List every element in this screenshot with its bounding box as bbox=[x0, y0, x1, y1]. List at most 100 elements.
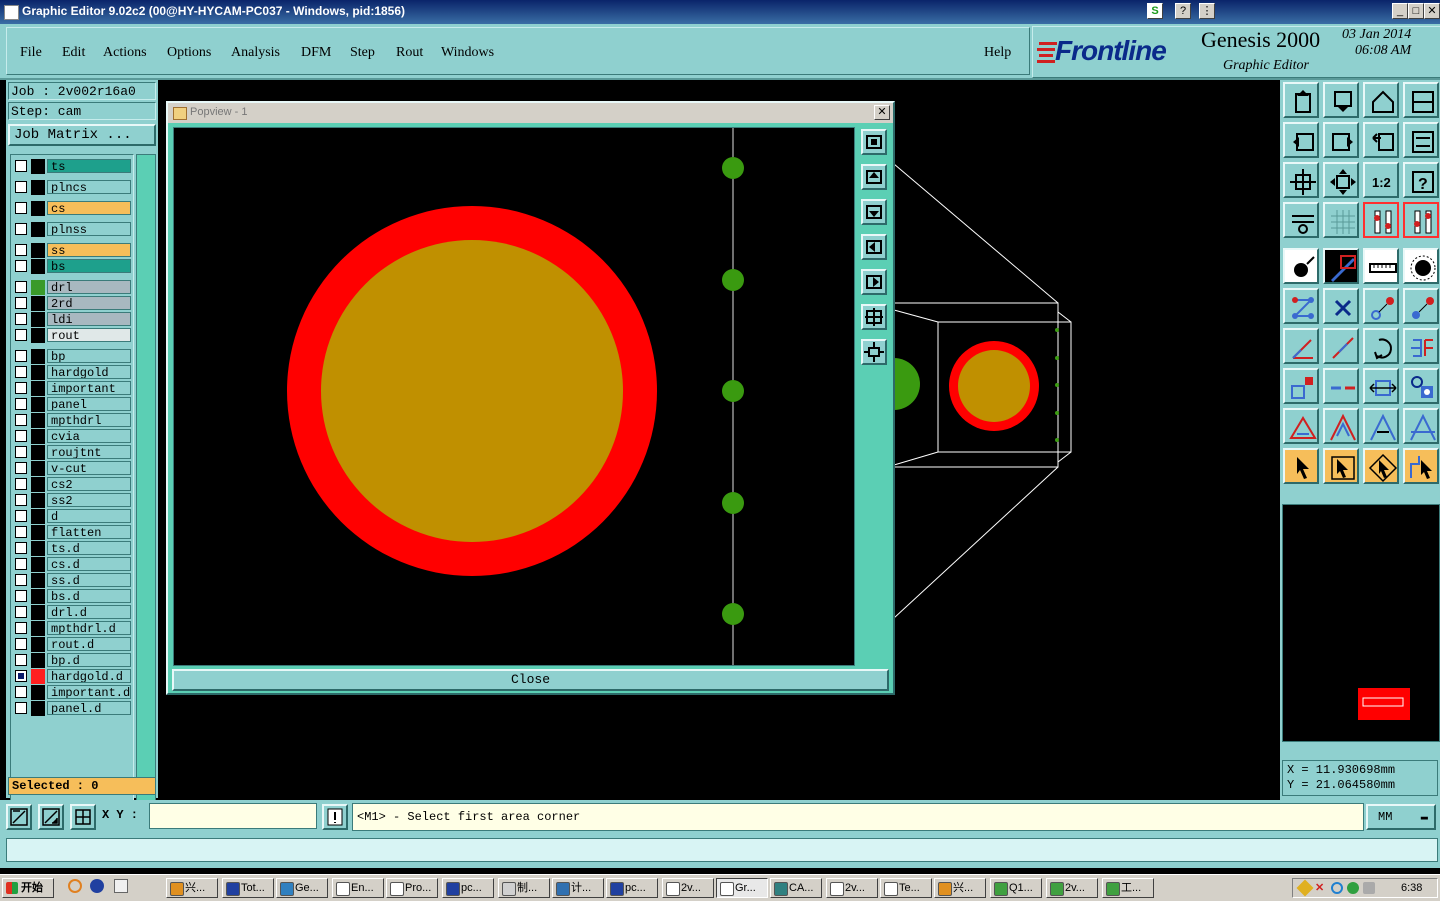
layer-checkbox[interactable] bbox=[15, 202, 27, 214]
tray-network-icon[interactable]: ✕ bbox=[1315, 879, 1324, 897]
layer-name[interactable]: ss.d bbox=[47, 573, 131, 587]
layer-name[interactable]: drl.d bbox=[47, 605, 131, 619]
units-selector[interactable]: MM ▬ bbox=[1366, 804, 1436, 830]
layer-checkbox[interactable] bbox=[15, 244, 27, 256]
layer-name[interactable]: bp.d bbox=[47, 653, 131, 667]
layer-row[interactable]: ldi bbox=[11, 312, 133, 327]
clock-icon[interactable] bbox=[68, 879, 82, 893]
scroll-icon[interactable]: ⋮ bbox=[1199, 3, 1215, 19]
taskbar-item[interactable]: 兴... bbox=[934, 878, 986, 898]
layer-row[interactable]: rout bbox=[11, 328, 133, 343]
select-box-icon[interactable] bbox=[1323, 448, 1359, 484]
layer-color-swatch[interactable] bbox=[31, 525, 45, 540]
popview-close-icon[interactable]: ✕ bbox=[874, 105, 890, 120]
layer-color-swatch[interactable] bbox=[31, 493, 45, 508]
pan-right-icon[interactable] bbox=[861, 269, 887, 295]
layer-row[interactable]: 2rd bbox=[11, 296, 133, 311]
layer-row[interactable]: hardgold.d bbox=[11, 669, 133, 684]
taskbar-item[interactable]: 兴... bbox=[166, 878, 218, 898]
snap-icon[interactable] bbox=[6, 804, 32, 830]
window-title-bar[interactable]: Graphic Editor 9.02c2 (00@HY-HYCAM-PC037… bbox=[0, 0, 1440, 24]
layer-color-swatch[interactable] bbox=[31, 201, 45, 216]
layer-row[interactable]: mpthdrl bbox=[11, 413, 133, 428]
layer-name[interactable]: panel.d bbox=[47, 701, 131, 715]
layer-checkbox[interactable] bbox=[15, 574, 27, 586]
layer-row[interactable]: ss2 bbox=[11, 493, 133, 508]
layer-name[interactable]: cs2 bbox=[47, 477, 131, 491]
scale-1-2-icon[interactable]: 1:2 bbox=[1363, 162, 1399, 198]
layer-row[interactable]: important.d bbox=[11, 685, 133, 700]
zoom-in-icon[interactable] bbox=[861, 304, 887, 330]
layer-row[interactable]: ss bbox=[11, 243, 133, 258]
popview-canvas[interactable] bbox=[173, 127, 855, 666]
layer-name[interactable]: important.d bbox=[47, 685, 131, 699]
menu-windows[interactable]: Windows bbox=[441, 45, 494, 61]
layer-name[interactable]: cvia bbox=[47, 429, 131, 443]
help-icon[interactable]: ? bbox=[1175, 3, 1191, 19]
taskbar-item[interactable]: CA... bbox=[770, 878, 822, 898]
layer-row[interactable]: plncs bbox=[11, 180, 133, 195]
layer-color-swatch[interactable] bbox=[31, 637, 45, 652]
layer-color-swatch[interactable] bbox=[31, 397, 45, 412]
layer-row[interactable]: drl.d bbox=[11, 605, 133, 620]
desktop-icon[interactable] bbox=[114, 879, 128, 893]
add-pad-icon[interactable] bbox=[1283, 248, 1319, 284]
layer-checkbox[interactable] bbox=[15, 590, 27, 602]
layer-checkbox[interactable] bbox=[15, 260, 27, 272]
query-icon[interactable]: ? bbox=[1403, 162, 1439, 198]
layer-name[interactable]: bp bbox=[47, 349, 131, 363]
layer-name[interactable]: ts.d bbox=[47, 541, 131, 555]
resize-icon[interactable] bbox=[1283, 368, 1319, 404]
layer-checkbox[interactable] bbox=[15, 494, 27, 506]
layer-color-swatch[interactable] bbox=[31, 381, 45, 396]
add-round-icon[interactable] bbox=[1403, 248, 1439, 284]
layer-name[interactable]: ss2 bbox=[47, 493, 131, 507]
menu-actions[interactable]: Actions bbox=[103, 45, 147, 61]
taskbar-item[interactable]: Pro... bbox=[386, 878, 438, 898]
taskbar-item[interactable]: 2v... bbox=[1046, 878, 1098, 898]
layer-name[interactable]: rout bbox=[47, 328, 131, 342]
layer-name[interactable]: cs bbox=[47, 201, 131, 215]
layer-row[interactable]: d bbox=[11, 509, 133, 524]
taskbar-item[interactable]: En... bbox=[332, 878, 384, 898]
taskbar-item[interactable]: Q1... bbox=[990, 878, 1042, 898]
maximize-button[interactable]: □ bbox=[1408, 3, 1424, 19]
layer-color-swatch[interactable] bbox=[31, 365, 45, 380]
layer-color-swatch[interactable] bbox=[31, 243, 45, 258]
zoom-house-icon[interactable] bbox=[1363, 82, 1399, 118]
layer-name[interactable]: ss bbox=[47, 243, 131, 257]
layer-row[interactable]: cs bbox=[11, 201, 133, 216]
stretch-icon[interactable] bbox=[1363, 368, 1399, 404]
layer-name[interactable]: panel bbox=[47, 397, 131, 411]
minimize-button[interactable]: _ bbox=[1392, 3, 1408, 19]
mirror-icon[interactable] bbox=[1403, 328, 1439, 364]
layer-name[interactable]: mpthdrl.d bbox=[47, 621, 131, 635]
pan-left-icon[interactable] bbox=[1283, 122, 1319, 158]
tray-sync-icon[interactable] bbox=[1331, 882, 1343, 894]
zoom-bottom-icon[interactable] bbox=[1323, 82, 1359, 118]
layer-name[interactable]: hardgold.d bbox=[47, 669, 131, 683]
layer-checkbox[interactable] bbox=[15, 414, 27, 426]
taskbar-item[interactable]: Gr... bbox=[716, 878, 768, 898]
taskbar-item[interactable]: 2v... bbox=[662, 878, 714, 898]
layer-checkbox[interactable] bbox=[15, 160, 27, 172]
layer-checkbox[interactable] bbox=[15, 510, 27, 522]
layer-name[interactable]: bs bbox=[47, 259, 131, 273]
layer-row[interactable]: hardgold bbox=[11, 365, 133, 380]
layer-display-icon[interactable] bbox=[1363, 202, 1399, 238]
layer-color-swatch[interactable] bbox=[31, 509, 45, 524]
layer-row[interactable]: plnss bbox=[11, 222, 133, 237]
layer-checkbox[interactable] bbox=[15, 297, 27, 309]
layer-row[interactable]: cvia bbox=[11, 429, 133, 444]
layer-color-swatch[interactable] bbox=[31, 685, 45, 700]
redraw-icon[interactable] bbox=[1403, 122, 1439, 158]
taskbar-item[interactable]: Ge... bbox=[276, 878, 328, 898]
layer-row[interactable]: panel bbox=[11, 397, 133, 412]
layer-row[interactable]: ts.d bbox=[11, 541, 133, 556]
layer-color-swatch[interactable] bbox=[31, 573, 45, 588]
layer-row[interactable]: important bbox=[11, 381, 133, 396]
layer-name[interactable]: flatten bbox=[47, 525, 131, 539]
arc-icon[interactable] bbox=[1283, 408, 1319, 444]
layer-color-swatch[interactable] bbox=[31, 621, 45, 636]
layer-name[interactable]: mpthdrl bbox=[47, 413, 131, 427]
